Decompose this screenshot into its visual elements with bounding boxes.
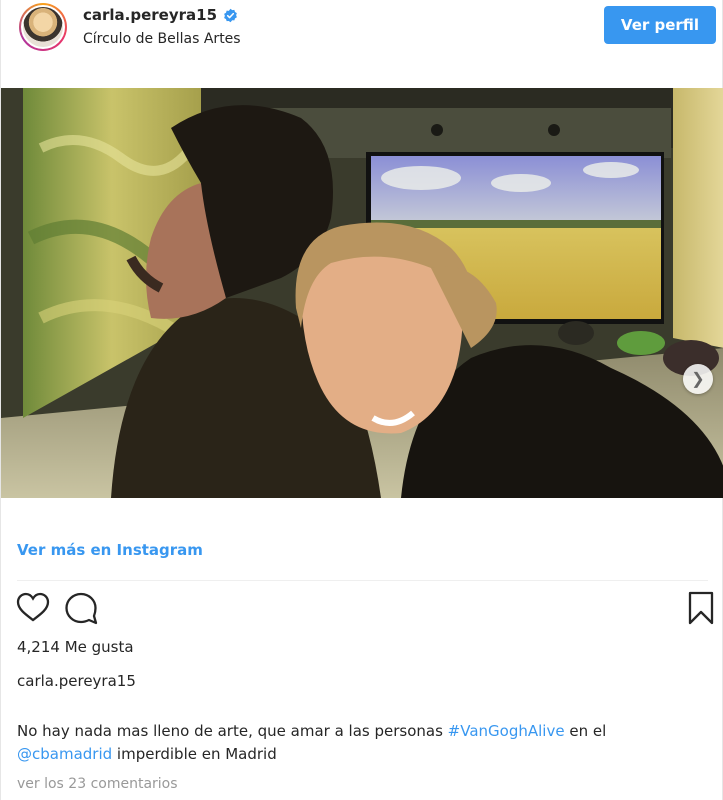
action-bar [1,590,723,630]
verified-badge-icon [224,8,237,22]
comment-icon[interactable] [63,590,99,626]
divider [17,580,708,581]
post-header: carla.pereyra15 Círculo de Bellas Artes … [1,0,723,88]
post-caption: No hay nada mas lleno de arte, que amar … [17,720,707,766]
avatar-image [21,5,65,49]
location-link[interactable]: Círculo de Bellas Artes [83,31,241,47]
photo-illustration [1,88,723,498]
carousel-next-button[interactable]: ❯ [683,364,713,394]
post-photo[interactable]: ❯ [1,88,723,498]
bookmark-icon[interactable] [683,590,719,626]
hashtag-link[interactable]: #VanGoghAlive [448,722,565,740]
post-author[interactable]: carla.pereyra15 [17,672,136,690]
likes-count[interactable]: 4,214 Me gusta [17,638,134,656]
avatar[interactable] [19,3,67,51]
caption-text: en el [564,722,607,740]
heart-icon[interactable] [15,590,51,626]
instagram-embed-card: carla.pereyra15 Círculo de Bellas Artes … [0,0,723,800]
caption-text: No hay nada mas lleno de arte, que amar … [17,722,448,740]
view-profile-button[interactable]: Ver perfil [604,6,716,44]
mention-link[interactable]: @cbamadrid [17,745,112,763]
view-comments-link[interactable]: ver los 23 comentarios [17,776,178,792]
username-row: carla.pereyra15 [83,6,238,24]
chevron-right-icon: ❯ [691,371,705,388]
caption-text: imperdible en Madrid [112,745,277,763]
username-link[interactable]: carla.pereyra15 [83,6,217,24]
see-more-on-instagram-link[interactable]: Ver más en Instagram [17,541,203,559]
